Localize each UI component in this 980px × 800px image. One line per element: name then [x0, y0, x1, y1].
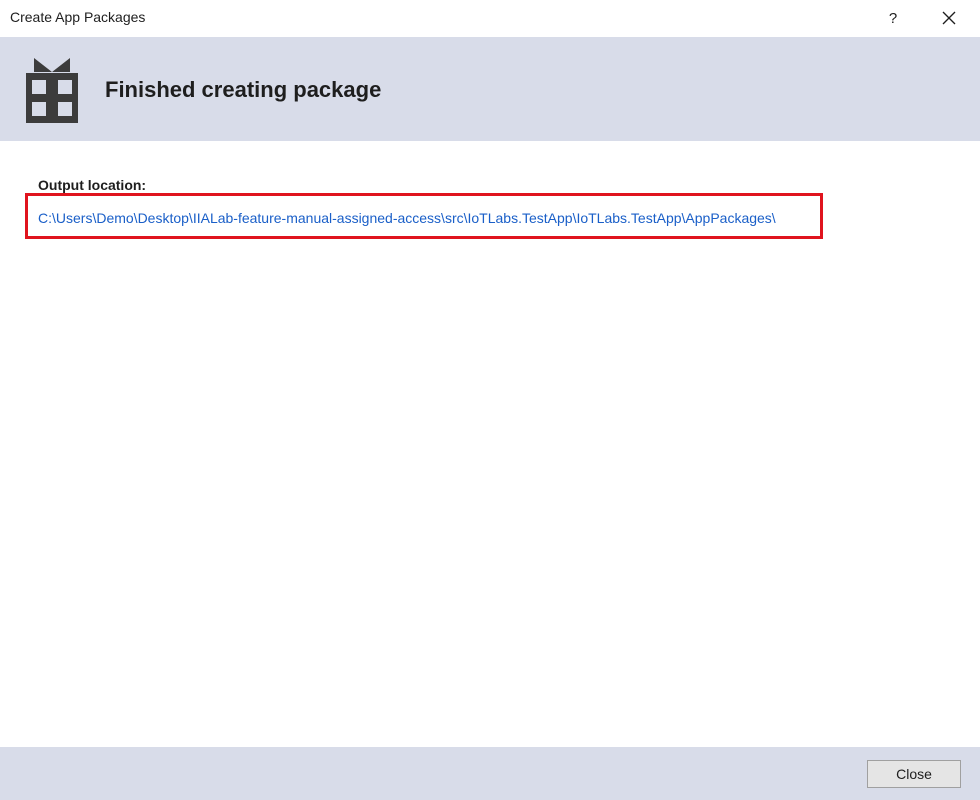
content-area: Output location: C:\Users\Demo\Desktop\I…: [0, 141, 980, 747]
close-icon: [942, 11, 956, 25]
title-bar: Create App Packages ?: [0, 0, 980, 37]
header-band: Finished creating package: [0, 37, 980, 141]
output-location-label: Output location:: [38, 177, 147, 193]
close-button[interactable]: Close: [867, 760, 961, 788]
output-location-link[interactable]: C:\Users\Demo\Desktop\IIALab-feature-man…: [38, 210, 776, 226]
gift-icon: [26, 58, 78, 123]
help-button[interactable]: ?: [876, 4, 910, 32]
create-app-packages-dialog: Create App Packages ? Finished creating …: [0, 0, 980, 800]
window-title: Create App Packages: [10, 9, 146, 25]
window-close-button[interactable]: [932, 4, 966, 32]
header-title: Finished creating package: [105, 77, 382, 102]
footer-bar: Close: [0, 747, 980, 800]
